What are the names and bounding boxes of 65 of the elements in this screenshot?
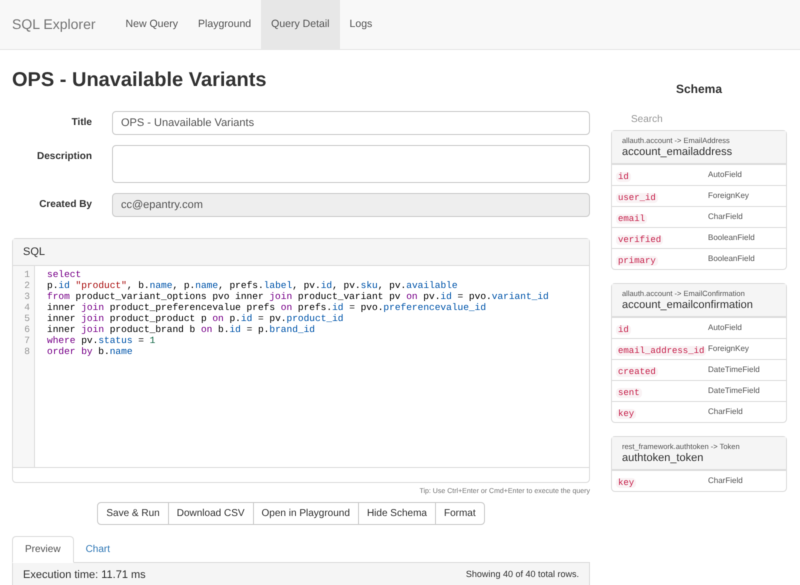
- toolbar-button[interactable]: Format: [434, 502, 485, 524]
- column-name: key: [616, 478, 636, 488]
- description-field[interactable]: [112, 145, 590, 183]
- column-type: CharField: [708, 210, 743, 222]
- line-number: 4: [23, 302, 30, 313]
- table-name: account_emailaddress: [622, 144, 734, 158]
- toolbar-button[interactable]: Download CSV: [168, 502, 254, 524]
- column-name: id: [616, 172, 631, 182]
- code-line: inner join product_brand b on b.id = p.brand_id: [47, 324, 316, 335]
- search-field[interactable]: Search: [631, 112, 751, 126]
- column-type: BooleanField: [708, 232, 755, 244]
- column-type: ForeignKey: [708, 190, 749, 202]
- line-number: 6: [23, 324, 30, 335]
- column-name: created: [616, 366, 658, 376]
- column-name: sent: [616, 388, 642, 398]
- schema-heading: Schema: [676, 81, 722, 96]
- line-number: 8: [23, 346, 30, 357]
- column-type: BooleanField: [708, 252, 755, 264]
- table-name: authtoken_token: [622, 450, 704, 464]
- code-line: order by b.name: [47, 346, 134, 357]
- column-name: email: [616, 214, 648, 224]
- line-number: 3: [23, 291, 30, 302]
- column-name: primary: [616, 256, 658, 266]
- field-label: Description: [36, 150, 92, 164]
- row-count: Showing 40 of 40 total rows.: [466, 568, 579, 582]
- code-line: where pv.status = 1: [47, 335, 156, 346]
- line-number: 7: [23, 335, 30, 346]
- panel-heading: SQL: [13, 239, 589, 266]
- column-type: AutoField: [708, 322, 742, 334]
- column-type: CharField: [708, 474, 743, 486]
- field-label: Title: [70, 116, 92, 130]
- line-number: 1: [23, 269, 30, 280]
- field-label: Created By: [38, 198, 92, 212]
- toolbar-button[interactable]: Hide Schema: [358, 502, 436, 524]
- column-name: id: [616, 324, 631, 334]
- column-name: key: [616, 408, 636, 418]
- column-type: ForeignKey: [708, 342, 749, 354]
- column-name: email_address_id: [616, 346, 706, 356]
- execution-time: Execution time: 11.71 ms: [23, 568, 146, 583]
- column-type: CharField: [708, 406, 743, 418]
- toolbar-button[interactable]: Open in Playground: [252, 502, 359, 524]
- code-line: from product_variant_options pvo inner join product_variant pv on pv.id = pvo.variant_id: [47, 291, 549, 302]
- nav-tab[interactable]: Playground: [188, 0, 262, 49]
- result-tab[interactable]: Chart: [74, 536, 122, 562]
- column-type: DateTimeField: [708, 364, 760, 376]
- column-name: verified: [616, 234, 664, 244]
- table-name: account_emailconfirmation: [622, 298, 754, 312]
- line-number: 5: [23, 313, 30, 324]
- brand-link[interactable]: SQL Explorer: [12, 0, 116, 49]
- code-line: select: [47, 269, 82, 280]
- page-title: OPS - Unavailable Variants: [12, 68, 268, 93]
- column-type: DateTimeField: [708, 384, 760, 396]
- code-line: inner join product_preferencevalue prefs on prefs.id = pvo.preferencevalue_id: [47, 302, 488, 313]
- code-line: p.id "product", b.name, p.name, prefs.label, pv.id, pv.sku, pv.available: [47, 280, 459, 291]
- text-field[interactable]: OPS - Unavailable Variants: [112, 111, 590, 135]
- line-number: 2: [23, 280, 30, 291]
- column-name: user_id: [616, 192, 658, 202]
- column-type: AutoField: [708, 168, 742, 180]
- nav-tab[interactable]: New Query: [116, 0, 188, 49]
- code-editor[interactable]: [13, 266, 589, 468]
- toolbar-button[interactable]: Save & Run: [97, 502, 169, 524]
- nav-tab[interactable]: Query Detail: [261, 0, 340, 49]
- nav-tab[interactable]: Logs: [340, 0, 382, 49]
- result-tab[interactable]: Preview: [12, 536, 74, 562]
- code-line: inner join product_product p on p.id = pv.product_id: [47, 313, 345, 324]
